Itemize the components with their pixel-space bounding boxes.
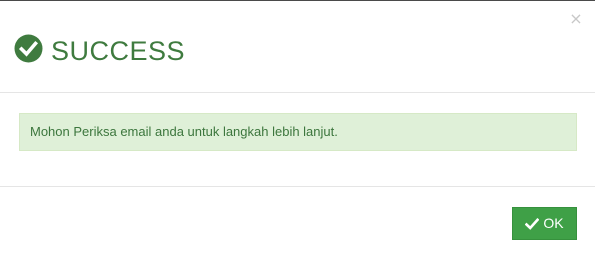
success-alert: Mohon Periksa email anda untuk langkah l…	[19, 113, 577, 151]
check-circle-icon	[14, 34, 43, 63]
ok-label: OK	[543, 215, 564, 231]
modal-title: SUCCESS	[51, 36, 186, 66]
check-icon	[525, 217, 540, 230]
success-modal: × SUCCESS Mohon Periksa email anda untuk…	[0, 0, 595, 257]
alert-message: Mohon Periksa email anda untuk langkah l…	[30, 124, 338, 139]
footer-divider	[0, 186, 595, 187]
ok-button[interactable]: OK	[512, 207, 577, 240]
modal-header: SUCCESS	[0, 1, 595, 92]
header-divider	[0, 92, 595, 93]
